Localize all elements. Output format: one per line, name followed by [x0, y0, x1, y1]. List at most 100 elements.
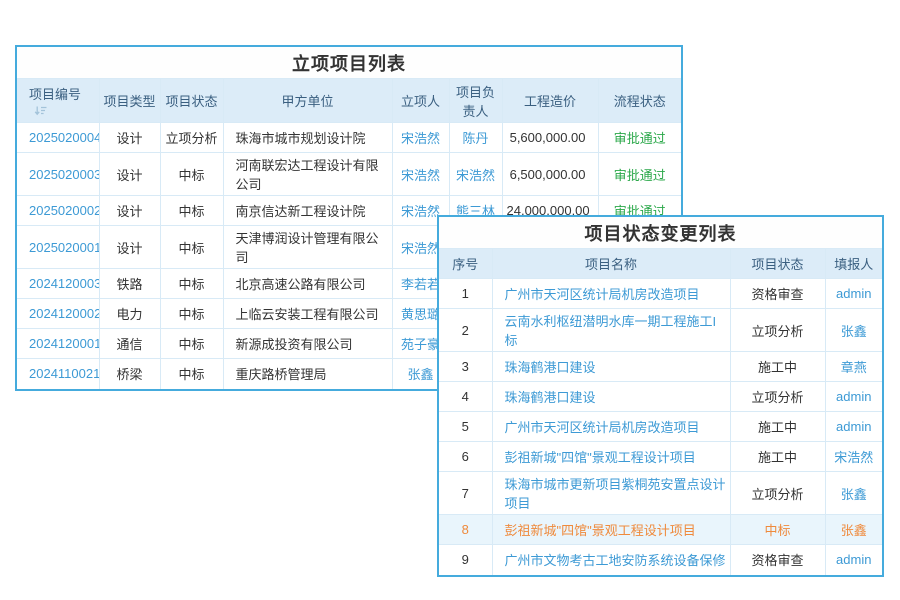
column-header-initiator[interactable]: 立项人	[392, 79, 449, 123]
project-status-cell: 施工中	[730, 412, 825, 442]
approval-table-row: 2025020004设计立项分析珠海市城市规划设计院宋浩然陈丹5,600,000…	[17, 123, 681, 153]
seq-no-cell: 4	[439, 382, 492, 412]
column-header-project-type[interactable]: 项目类型	[99, 79, 160, 123]
project-code-link[interactable]: 2024110021	[17, 359, 99, 389]
project-code-link[interactable]: 2025020003	[17, 153, 99, 196]
cost-cell: 6,500,000.00	[502, 153, 598, 196]
project-status-cell: 中标	[160, 359, 223, 389]
reporter-link[interactable]: 宋浩然	[825, 442, 882, 472]
client-unit-cell: 南京信达新工程设计院	[223, 196, 392, 226]
project-code-link[interactable]: 2024120003	[17, 269, 99, 299]
seq-no-cell: 6	[439, 442, 492, 472]
reporter-link[interactable]: admin	[825, 545, 882, 575]
manager-link[interactable]: 宋浩然	[449, 153, 502, 196]
status-change-table: 序号项目名称项目状态填报人 1广州市天河区统计局机房改造项目资格审查admin2…	[439, 248, 882, 575]
reporter-link[interactable]: admin	[825, 279, 882, 309]
project-name-link[interactable]: 广州市文物考古工地安防系统设备保修	[492, 545, 730, 575]
project-type-cell: 设计	[99, 196, 160, 226]
project-name-link[interactable]: 彭祖新城"四馆"景观工程设计项目	[492, 515, 730, 545]
reporter-link[interactable]: 张鑫	[825, 472, 882, 515]
project-status-cell: 立项分析	[730, 472, 825, 515]
project-type-cell: 设计	[99, 123, 160, 153]
approval-table-header-row: 项目编号项目类型项目状态甲方单位立项人项目负责人工程造价流程状态	[17, 79, 681, 123]
client-unit-cell: 河南联宏达工程设计有限公司	[223, 153, 392, 196]
column-header-seq-no[interactable]: 序号	[439, 249, 492, 279]
reporter-link[interactable]: 张鑫	[825, 309, 882, 352]
client-unit-cell: 重庆路桥管理局	[223, 359, 392, 389]
seq-no-cell: 5	[439, 412, 492, 442]
status-table-header-row: 序号项目名称项目状态填报人	[439, 249, 882, 279]
seq-no-cell: 9	[439, 545, 492, 575]
reporter-link[interactable]: admin	[825, 382, 882, 412]
status-table-row: 1广州市天河区统计局机房改造项目资格审查admin	[439, 279, 882, 309]
column-header-cost[interactable]: 工程造价	[502, 79, 598, 123]
project-name-link[interactable]: 珠海鹤港口建设	[492, 352, 730, 382]
client-unit-cell: 新源成投资有限公司	[223, 329, 392, 359]
status-table-row: 9广州市文物考古工地安防系统设备保修资格审查admin	[439, 545, 882, 575]
project-name-link[interactable]: 珠海市城市更新项目紫桐苑安置点设计项目	[492, 472, 730, 515]
project-status-cell: 资格审查	[730, 545, 825, 575]
column-header-manager[interactable]: 项目负责人	[449, 79, 502, 123]
column-header-flow-status[interactable]: 流程状态	[598, 79, 681, 123]
client-unit-cell: 上临云安装工程有限公司	[223, 299, 392, 329]
status-table-row: 3珠海鹤港口建设施工中章燕	[439, 352, 882, 382]
project-status-cell: 中标	[160, 226, 223, 269]
status-table-row: 7珠海市城市更新项目紫桐苑安置点设计项目立项分析张鑫	[439, 472, 882, 515]
status-table-row: 5广州市天河区统计局机房改造项目施工中admin	[439, 412, 882, 442]
project-name-link[interactable]: 广州市天河区统计局机房改造项目	[492, 279, 730, 309]
project-status-cell: 立项分析	[730, 309, 825, 352]
project-status-cell: 立项分析	[160, 123, 223, 153]
initiator-link[interactable]: 宋浩然	[392, 123, 449, 153]
status-table-title: 项目状态变更列表	[439, 217, 882, 248]
seq-no-cell: 8	[439, 515, 492, 545]
column-header-project-status[interactable]: 项目状态	[160, 79, 223, 123]
reporter-link[interactable]: 章燕	[825, 352, 882, 382]
project-status-cell: 中标	[730, 515, 825, 545]
project-code-link[interactable]: 2024120001	[17, 329, 99, 359]
project-name-link[interactable]: 彭祖新城"四馆"景观工程设计项目	[492, 442, 730, 472]
status-table-row: 6彭祖新城"四馆"景观工程设计项目施工中宋浩然	[439, 442, 882, 472]
status-table-row: 8彭祖新城"四馆"景观工程设计项目中标张鑫	[439, 515, 882, 545]
project-name-link[interactable]: 广州市天河区统计局机房改造项目	[492, 412, 730, 442]
flow-status-link[interactable]: 审批通过	[598, 123, 681, 153]
project-code-link[interactable]: 2025020002	[17, 196, 99, 226]
project-code-link[interactable]: 2024120002	[17, 299, 99, 329]
column-header-project-code[interactable]: 项目编号	[17, 79, 99, 123]
cost-cell: 5,600,000.00	[502, 123, 598, 153]
project-type-cell: 设计	[99, 226, 160, 269]
status-table-row: 2云南水利枢纽潜明水库一期工程施工I标立项分析张鑫	[439, 309, 882, 352]
flow-status-link[interactable]: 审批通过	[598, 153, 681, 196]
project-status-cell: 施工中	[730, 442, 825, 472]
status-table-row: 4珠海鹤港口建设立项分析admin	[439, 382, 882, 412]
reporter-link[interactable]: 张鑫	[825, 515, 882, 545]
project-code-link[interactable]: 2025020001	[17, 226, 99, 269]
seq-no-cell: 3	[439, 352, 492, 382]
column-header-project-status[interactable]: 项目状态	[730, 249, 825, 279]
project-code-link[interactable]: 2025020004	[17, 123, 99, 153]
status-change-list-panel: 项目状态变更列表 序号项目名称项目状态填报人 1广州市天河区统计局机房改造项目资…	[437, 215, 884, 577]
reporter-link[interactable]: admin	[825, 412, 882, 442]
project-name-link[interactable]: 云南水利枢纽潜明水库一期工程施工I标	[492, 309, 730, 352]
approval-table-row: 2025020003设计中标河南联宏达工程设计有限公司宋浩然宋浩然6,500,0…	[17, 153, 681, 196]
sort-descending-icon[interactable]	[34, 104, 48, 117]
column-header-project-name[interactable]: 项目名称	[492, 249, 730, 279]
client-unit-cell: 天津博润设计管理有限公司	[223, 226, 392, 269]
seq-no-cell: 1	[439, 279, 492, 309]
project-status-cell: 中标	[160, 153, 223, 196]
project-status-cell: 中标	[160, 196, 223, 226]
column-header-reporter[interactable]: 填报人	[825, 249, 882, 279]
project-type-cell: 通信	[99, 329, 160, 359]
client-unit-cell: 北京高速公路有限公司	[223, 269, 392, 299]
project-type-cell: 铁路	[99, 269, 160, 299]
project-name-link[interactable]: 珠海鹤港口建设	[492, 382, 730, 412]
client-unit-cell: 珠海市城市规划设计院	[223, 123, 392, 153]
approval-table-title: 立项项目列表	[17, 47, 681, 78]
column-header-client-unit[interactable]: 甲方单位	[223, 79, 392, 123]
initiator-link[interactable]: 宋浩然	[392, 153, 449, 196]
project-status-cell: 立项分析	[730, 382, 825, 412]
manager-link[interactable]: 陈丹	[449, 123, 502, 153]
project-status-cell: 施工中	[730, 352, 825, 382]
seq-no-cell: 7	[439, 472, 492, 515]
project-status-cell: 资格审查	[730, 279, 825, 309]
project-status-cell: 中标	[160, 269, 223, 299]
